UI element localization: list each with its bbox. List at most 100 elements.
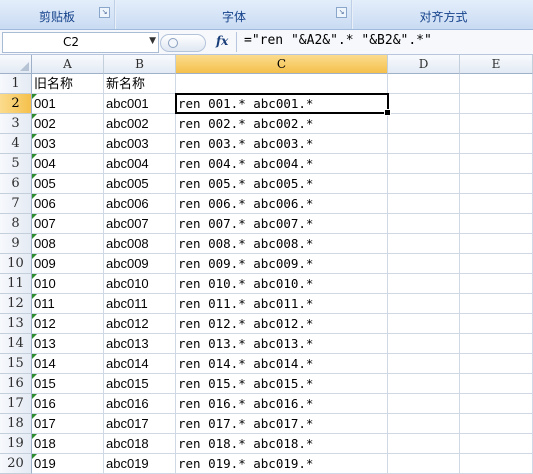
cell-e11[interactable] <box>460 274 533 294</box>
cell-d8[interactable] <box>388 214 460 234</box>
cell-e2[interactable] <box>460 94 533 114</box>
cell-a1[interactable]: 旧名称 <box>32 74 104 94</box>
column-header-b[interactable]: B <box>104 55 176 74</box>
dialog-launcher-icon[interactable]: ↘ <box>336 7 347 18</box>
cell-e6[interactable] <box>460 174 533 194</box>
cell-d14[interactable] <box>388 334 460 354</box>
cell-d6[interactable] <box>388 174 460 194</box>
row-header[interactable]: 19 <box>0 434 32 454</box>
cell-c5[interactable]: ren 004.* abc004.* <box>176 154 388 174</box>
formula-bar-resize-handle[interactable] <box>160 34 206 52</box>
cell-a8[interactable]: 007 <box>32 214 104 234</box>
cell-a12[interactable]: 011 <box>32 294 104 314</box>
cell-c18[interactable]: ren 017.* abc017.* <box>176 414 388 434</box>
cell-d2[interactable] <box>388 94 460 114</box>
row-header[interactable]: 16 <box>0 374 32 394</box>
cell-b10[interactable]: abc009 <box>104 254 176 274</box>
cell-d16[interactable] <box>388 374 460 394</box>
cell-a11[interactable]: 010 <box>32 274 104 294</box>
cell-e12[interactable] <box>460 294 533 314</box>
cell-d13[interactable] <box>388 314 460 334</box>
cell-d3[interactable] <box>388 114 460 134</box>
cell-a7[interactable]: 006 <box>32 194 104 214</box>
cell-b7[interactable]: abc006 <box>104 194 176 214</box>
row-header[interactable]: 17 <box>0 394 32 414</box>
cell-c8[interactable]: ren 007.* abc007.* <box>176 214 388 234</box>
cell-b14[interactable]: abc013 <box>104 334 176 354</box>
cell-b1[interactable]: 新名称 <box>104 74 176 94</box>
cell-c19[interactable]: ren 018.* abc018.* <box>176 434 388 454</box>
cell-e15[interactable] <box>460 354 533 374</box>
cell-e10[interactable] <box>460 254 533 274</box>
cell-e1[interactable] <box>460 74 533 94</box>
insert-function-button[interactable]: fx <box>216 34 234 50</box>
select-all-corner[interactable] <box>0 55 32 74</box>
cell-e7[interactable] <box>460 194 533 214</box>
cell-c2[interactable]: ren 001.* abc001.* <box>176 94 388 114</box>
cell-b11[interactable]: abc010 <box>104 274 176 294</box>
column-header-a[interactable]: A <box>32 55 104 74</box>
cell-a10[interactable]: 009 <box>32 254 104 274</box>
cell-d7[interactable] <box>388 194 460 214</box>
row-header[interactable]: 9 <box>0 234 32 254</box>
cell-c3[interactable]: ren 002.* abc002.* <box>176 114 388 134</box>
cell-b9[interactable]: abc008 <box>104 234 176 254</box>
cell-a5[interactable]: 004 <box>32 154 104 174</box>
column-header-c[interactable]: C <box>176 55 388 74</box>
cell-a2[interactable]: 001 <box>32 94 104 114</box>
cell-a17[interactable]: 016 <box>32 394 104 414</box>
cell-e8[interactable] <box>460 214 533 234</box>
cell-e13[interactable] <box>460 314 533 334</box>
row-header[interactable]: 1 <box>0 74 32 94</box>
cell-c15[interactable]: ren 014.* abc014.* <box>176 354 388 374</box>
cell-e5[interactable] <box>460 154 533 174</box>
cell-e19[interactable] <box>460 434 533 454</box>
cell-b3[interactable]: abc002 <box>104 114 176 134</box>
cell-e9[interactable] <box>460 234 533 254</box>
cell-d17[interactable] <box>388 394 460 414</box>
row-header[interactable]: 20 <box>0 454 32 474</box>
cell-b18[interactable]: abc017 <box>104 414 176 434</box>
cell-b13[interactable]: abc012 <box>104 314 176 334</box>
cell-c16[interactable]: ren 015.* abc015.* <box>176 374 388 394</box>
cell-a3[interactable]: 002 <box>32 114 104 134</box>
row-header[interactable]: 11 <box>0 274 32 294</box>
cell-d11[interactable] <box>388 274 460 294</box>
cell-b4[interactable]: abc003 <box>104 134 176 154</box>
cell-e3[interactable] <box>460 114 533 134</box>
cell-d19[interactable] <box>388 434 460 454</box>
cell-b19[interactable]: abc018 <box>104 434 176 454</box>
row-header[interactable]: 7 <box>0 194 32 214</box>
chevron-down-icon[interactable]: ▼ <box>149 36 156 46</box>
dialog-launcher-icon[interactable]: ↘ <box>99 7 110 18</box>
cell-d10[interactable] <box>388 254 460 274</box>
formula-input[interactable]: ="ren "&A2&".* "&B2&".*" <box>244 33 432 48</box>
cell-b2[interactable]: abc001 <box>104 94 176 114</box>
cell-c14[interactable]: ren 013.* abc013.* <box>176 334 388 354</box>
cell-c11[interactable]: ren 010.* abc010.* <box>176 274 388 294</box>
row-header[interactable]: 2 <box>0 94 32 114</box>
cell-c13[interactable]: ren 012.* abc012.* <box>176 314 388 334</box>
cell-b16[interactable]: abc015 <box>104 374 176 394</box>
column-header-d[interactable]: D <box>388 55 460 74</box>
cell-d1[interactable] <box>388 74 460 94</box>
cell-c12[interactable]: ren 011.* abc011.* <box>176 294 388 314</box>
cell-c9[interactable]: ren 008.* abc008.* <box>176 234 388 254</box>
cell-d18[interactable] <box>388 414 460 434</box>
cell-c7[interactable]: ren 006.* abc006.* <box>176 194 388 214</box>
row-header[interactable]: 4 <box>0 134 32 154</box>
cell-b15[interactable]: abc014 <box>104 354 176 374</box>
cell-a16[interactable]: 015 <box>32 374 104 394</box>
cell-e4[interactable] <box>460 134 533 154</box>
cell-a9[interactable]: 008 <box>32 234 104 254</box>
cell-c6[interactable]: ren 005.* abc005.* <box>176 174 388 194</box>
name-box[interactable]: C2 ▼ <box>2 32 159 53</box>
column-header-e[interactable]: E <box>460 55 533 74</box>
cell-a4[interactable]: 003 <box>32 134 104 154</box>
cell-b17[interactable]: abc016 <box>104 394 176 414</box>
cell-a18[interactable]: 017 <box>32 414 104 434</box>
cell-c10[interactable]: ren 009.* abc009.* <box>176 254 388 274</box>
cell-d20[interactable] <box>388 454 460 474</box>
cell-e16[interactable] <box>460 374 533 394</box>
cell-d12[interactable] <box>388 294 460 314</box>
